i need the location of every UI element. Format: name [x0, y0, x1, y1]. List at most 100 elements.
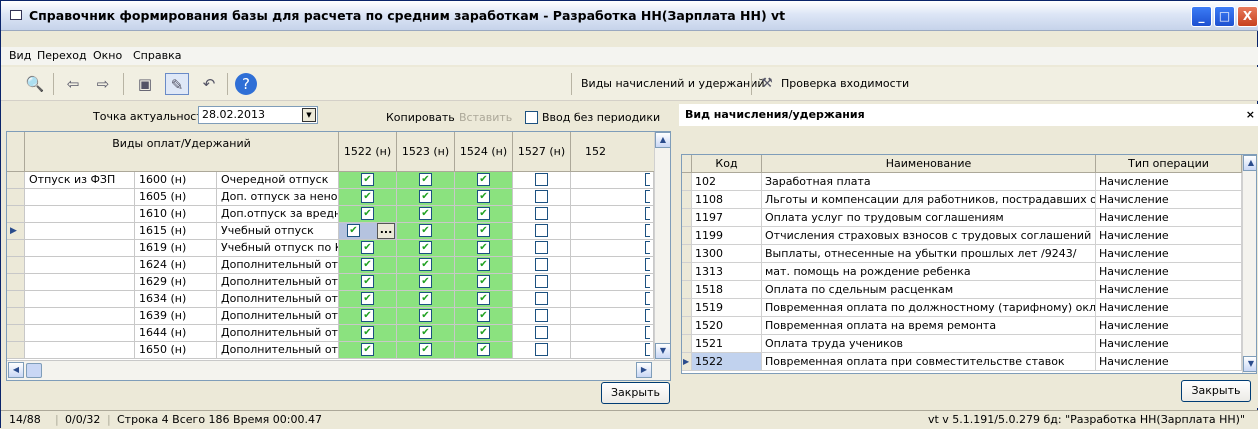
type-cell[interactable]: Начисление [1096, 281, 1242, 299]
check-cell[interactable]: ✔ [339, 172, 397, 189]
dropdown-arrow-icon[interactable]: ▼ [302, 108, 316, 122]
checkbox-unchecked[interactable] [535, 275, 548, 288]
checkbox-checked[interactable]: ✔ [419, 343, 432, 356]
name-cell[interactable]: Дополнительный отпус [217, 342, 339, 359]
menu-window[interactable]: Окно [93, 49, 122, 62]
search-icon[interactable]: 🔍 [23, 73, 47, 95]
edit-icon[interactable]: ✎ [165, 73, 189, 95]
menu-view[interactable]: Вид [9, 49, 31, 62]
check-cell[interactable]: ✔ [455, 223, 513, 240]
code-cell[interactable]: 1610 (н) [135, 206, 217, 223]
check-cell[interactable]: ✔ [339, 189, 397, 206]
name-cell[interactable]: Учебный отпуск по Кол [217, 240, 339, 257]
checkbox-checked[interactable]: ✔ [477, 224, 490, 237]
checkbox-unchecked[interactable] [535, 241, 548, 254]
scroll-up-icon[interactable]: ▲ [655, 132, 670, 148]
checkbox-checked[interactable]: ✔ [477, 343, 490, 356]
checkbox-checked[interactable]: ✔ [477, 173, 490, 186]
checkbox-checked[interactable]: ✔ [419, 309, 432, 322]
name-cell[interactable]: Оплата труда учеников [762, 335, 1096, 353]
col-header-code[interactable]: Код [692, 155, 762, 173]
check-cell[interactable]: ✔ [455, 342, 513, 359]
type-cell[interactable]: Начисление [1096, 173, 1242, 191]
checkbox-checked[interactable]: ✔ [361, 326, 374, 339]
name-cell[interactable]: Оплата услуг по трудовым соглашениям [762, 209, 1096, 227]
checkbox-checked[interactable]: ✔ [419, 258, 432, 271]
check-cell[interactable]: ✔ [397, 172, 455, 189]
check-cell-partial[interactable] [571, 325, 654, 342]
checkbox-unchecked[interactable] [535, 326, 548, 339]
check-cell[interactable] [513, 240, 571, 257]
checkbox-checked[interactable]: ✔ [361, 241, 374, 254]
checkbox-partial[interactable] [645, 309, 650, 322]
checkbox-checked[interactable]: ✔ [361, 190, 374, 203]
check-cell[interactable] [513, 325, 571, 342]
check-cell[interactable]: ✔ [339, 274, 397, 291]
name-cell[interactable]: Очередной отпуск [217, 172, 339, 189]
col-header-name[interactable]: Наименование [762, 155, 1096, 173]
close-panel-icon[interactable]: × [1246, 104, 1255, 126]
name-cell[interactable]: Оплата по сдельным расценкам [762, 281, 1096, 299]
type-cell[interactable]: Начисление [1096, 209, 1242, 227]
checkbox-unchecked[interactable] [535, 190, 548, 203]
check-cell[interactable] [513, 223, 571, 240]
check-cell[interactable]: ✔ [397, 206, 455, 223]
check-cell[interactable]: ✔ [397, 291, 455, 308]
checkbox-checked[interactable]: ✔ [419, 173, 432, 186]
check-cell[interactable]: ✔ [397, 189, 455, 206]
checkbox-checked[interactable]: ✔ [419, 241, 432, 254]
check-cell[interactable]: ✔ [397, 342, 455, 359]
name-cell[interactable]: Заработная плата [762, 173, 1096, 191]
check-cell[interactable]: ✔ [455, 325, 513, 342]
check-cell[interactable] [513, 342, 571, 359]
name-cell[interactable]: Дополнительный отпус [217, 257, 339, 274]
code-cell[interactable]: 1605 (н) [135, 189, 217, 206]
checkbox-checked[interactable]: ✔ [361, 275, 374, 288]
col-header-1527[interactable]: 1527 (н) [513, 132, 571, 172]
code-cell[interactable]: 1313 [692, 263, 762, 281]
checkbox-checked[interactable]: ✔ [361, 173, 374, 186]
code-cell[interactable]: 1520 [692, 317, 762, 335]
checkbox-checked[interactable]: ✔ [477, 275, 490, 288]
inclusion-check-link[interactable]: Проверка входимости [777, 73, 913, 95]
back-arrow-icon[interactable]: ⇦ [61, 73, 85, 95]
code-cell[interactable]: 1639 (н) [135, 308, 217, 325]
checkbox-checked[interactable]: ✔ [477, 326, 490, 339]
checkbox-unchecked[interactable] [535, 258, 548, 271]
close-window-button[interactable]: X [1237, 6, 1258, 27]
code-cell[interactable]: 1522 [692, 353, 762, 371]
code-cell[interactable]: 1619 (н) [135, 240, 217, 257]
maximize-button[interactable]: □ [1214, 6, 1235, 27]
check-cell-partial[interactable] [571, 308, 654, 325]
code-cell[interactable]: 1615 (н) [135, 223, 217, 240]
code-cell[interactable]: 1108 [692, 191, 762, 209]
scroll-left-icon[interactable]: ◀ [8, 362, 24, 378]
name-cell[interactable]: Доп. отпуск за ненорм [217, 189, 339, 206]
name-cell[interactable]: Повременная оплата на время ремонта [762, 317, 1096, 335]
grid-horizontal-scrollbar[interactable]: ◀ ▶ [7, 360, 670, 380]
close-left-button[interactable]: Закрыть [601, 382, 670, 404]
checkbox-partial[interactable] [645, 173, 650, 186]
checkbox-checked[interactable]: ✔ [361, 292, 374, 305]
name-cell[interactable]: Дополнительный отпус [217, 308, 339, 325]
grid-vertical-scrollbar[interactable]: ▲ ▼ [654, 132, 670, 360]
code-cell[interactable]: 1600 (н) [135, 172, 217, 189]
code-cell[interactable]: 1629 (н) [135, 274, 217, 291]
checkbox-checked[interactable]: ✔ [419, 190, 432, 203]
check-cell[interactable]: ✔ [339, 308, 397, 325]
check-cell[interactable]: ✔ [397, 240, 455, 257]
name-cell[interactable]: Льготы и компенсации для работников, пос… [762, 191, 1096, 209]
check-cell[interactable] [513, 291, 571, 308]
check-cell-partial[interactable] [571, 291, 654, 308]
check-cell[interactable] [513, 172, 571, 189]
code-cell[interactable]: 1197 [692, 209, 762, 227]
name-cell[interactable]: Отчисления страховых взносов с трудовых … [762, 227, 1096, 245]
ellipsis-button[interactable]: ... [377, 223, 395, 239]
check-cell-partial[interactable] [571, 240, 654, 257]
checkbox-checked[interactable]: ✔ [419, 275, 432, 288]
checkbox-checked[interactable]: ✔ [361, 258, 374, 271]
col-header-1524[interactable]: 1524 (н) [455, 132, 513, 172]
save-icon[interactable]: ▣ [133, 73, 157, 95]
checkbox-partial[interactable] [645, 343, 650, 356]
checkbox-checked[interactable]: ✔ [477, 309, 490, 322]
